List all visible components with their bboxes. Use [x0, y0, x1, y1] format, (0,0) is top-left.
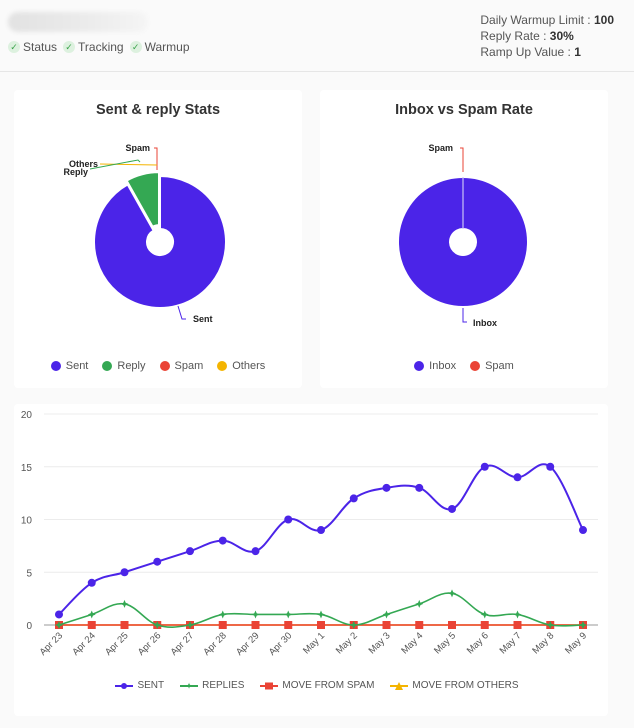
data-point-sent[interactable] [251, 547, 260, 556]
legend-move-from-others[interactable]: MOVE FROM OTHERS [390, 680, 519, 691]
data-point-replies[interactable] [382, 610, 391, 619]
data-point-replies[interactable] [218, 610, 227, 619]
data-point-replies[interactable] [284, 610, 293, 619]
x-tick-label: May 7 [498, 630, 524, 656]
y-tick-label: 10 [21, 516, 33, 527]
data-point-move-from-spam[interactable] [513, 621, 522, 629]
data-point-replies[interactable] [513, 610, 522, 619]
x-tick-label: May 4 [399, 630, 425, 656]
data-point-sent[interactable] [218, 536, 227, 545]
data-point-sent[interactable] [153, 557, 162, 566]
data-point-move-from-spam[interactable] [382, 621, 391, 629]
data-point-replies[interactable] [448, 589, 456, 598]
data-point-replies[interactable] [251, 610, 260, 619]
data-point-move-from-spam[interactable] [480, 621, 489, 629]
y-tick-label: 15 [21, 463, 33, 474]
data-point-move-from-spam[interactable] [251, 621, 260, 629]
legend-marker: ✦ [180, 682, 199, 690]
x-tick-label: Apr 24 [70, 630, 98, 658]
legend-move-from-spam[interactable]: MOVE FROM SPAM [260, 680, 374, 691]
y-tick-label: 0 [26, 621, 32, 632]
x-tick-label: Apr 25 [103, 630, 131, 658]
x-tick-label: May 1 [301, 630, 327, 656]
data-point-move-from-spam[interactable] [317, 621, 325, 629]
data-point-replies[interactable] [87, 610, 96, 619]
data-point-replies[interactable] [415, 599, 424, 608]
x-tick-label: May 2 [334, 630, 360, 656]
x-tick-label: Apr 30 [267, 630, 295, 658]
legend-replies[interactable]: ✦ REPLIES [180, 680, 244, 691]
x-tick-label: Apr 27 [169, 630, 197, 658]
line-legend: SENT ✦ REPLIES MOVE FROM SPAM MOVE FROM O… [0, 680, 634, 691]
x-tick-label: May 8 [530, 630, 556, 656]
x-tick-label: Apr 28 [201, 630, 229, 658]
data-point-replies[interactable] [317, 610, 325, 619]
data-point-sent[interactable] [55, 610, 63, 619]
data-point-sent[interactable] [349, 494, 358, 503]
x-tick-label: Apr 23 [38, 630, 66, 658]
legend-sent[interactable]: SENT [115, 680, 164, 691]
x-tick-label: Apr 26 [136, 630, 164, 658]
data-point-sent[interactable] [513, 473, 522, 482]
data-point-move-from-spam[interactable] [218, 621, 227, 629]
legend-marker [390, 681, 409, 690]
data-point-sent[interactable] [480, 462, 489, 471]
x-tick-label: May 3 [367, 630, 393, 656]
svg-text:✦: ✦ [185, 682, 193, 690]
data-point-move-from-spam[interactable] [415, 621, 424, 629]
data-point-sent[interactable] [186, 547, 194, 556]
data-point-sent[interactable] [382, 483, 391, 492]
data-point-replies[interactable] [480, 610, 489, 619]
legend-marker [115, 682, 134, 689]
data-point-move-from-spam[interactable] [120, 621, 129, 629]
x-tick-label: Apr 29 [234, 630, 262, 658]
data-point-move-from-spam[interactable] [87, 621, 96, 629]
data-point-sent[interactable] [284, 515, 293, 524]
y-tick-label: 5 [26, 568, 32, 579]
daily-activity-line-chart: 05101520Apr 23 Apr 24 Apr 25 Apr 26 Apr 27 Ap… [21, 410, 598, 658]
data-point-sent[interactable] [120, 568, 129, 577]
data-point-move-from-spam[interactable] [284, 621, 293, 629]
data-point-sent[interactable] [87, 578, 96, 587]
legend-marker [260, 682, 279, 689]
data-point-sent[interactable] [579, 526, 587, 535]
data-point-move-from-spam[interactable] [448, 621, 456, 629]
data-point-sent[interactable] [415, 483, 424, 492]
x-tick-label: May 5 [432, 630, 458, 656]
x-tick-label: May 9 [563, 630, 589, 656]
data-point-sent[interactable] [448, 504, 456, 513]
y-tick-label: 20 [21, 410, 33, 421]
data-point-sent[interactable] [317, 526, 325, 535]
data-point-replies[interactable] [120, 599, 129, 608]
x-tick-label: May 6 [465, 630, 491, 656]
series-line-sent [58, 463, 584, 616]
data-point-sent[interactable] [546, 462, 555, 471]
